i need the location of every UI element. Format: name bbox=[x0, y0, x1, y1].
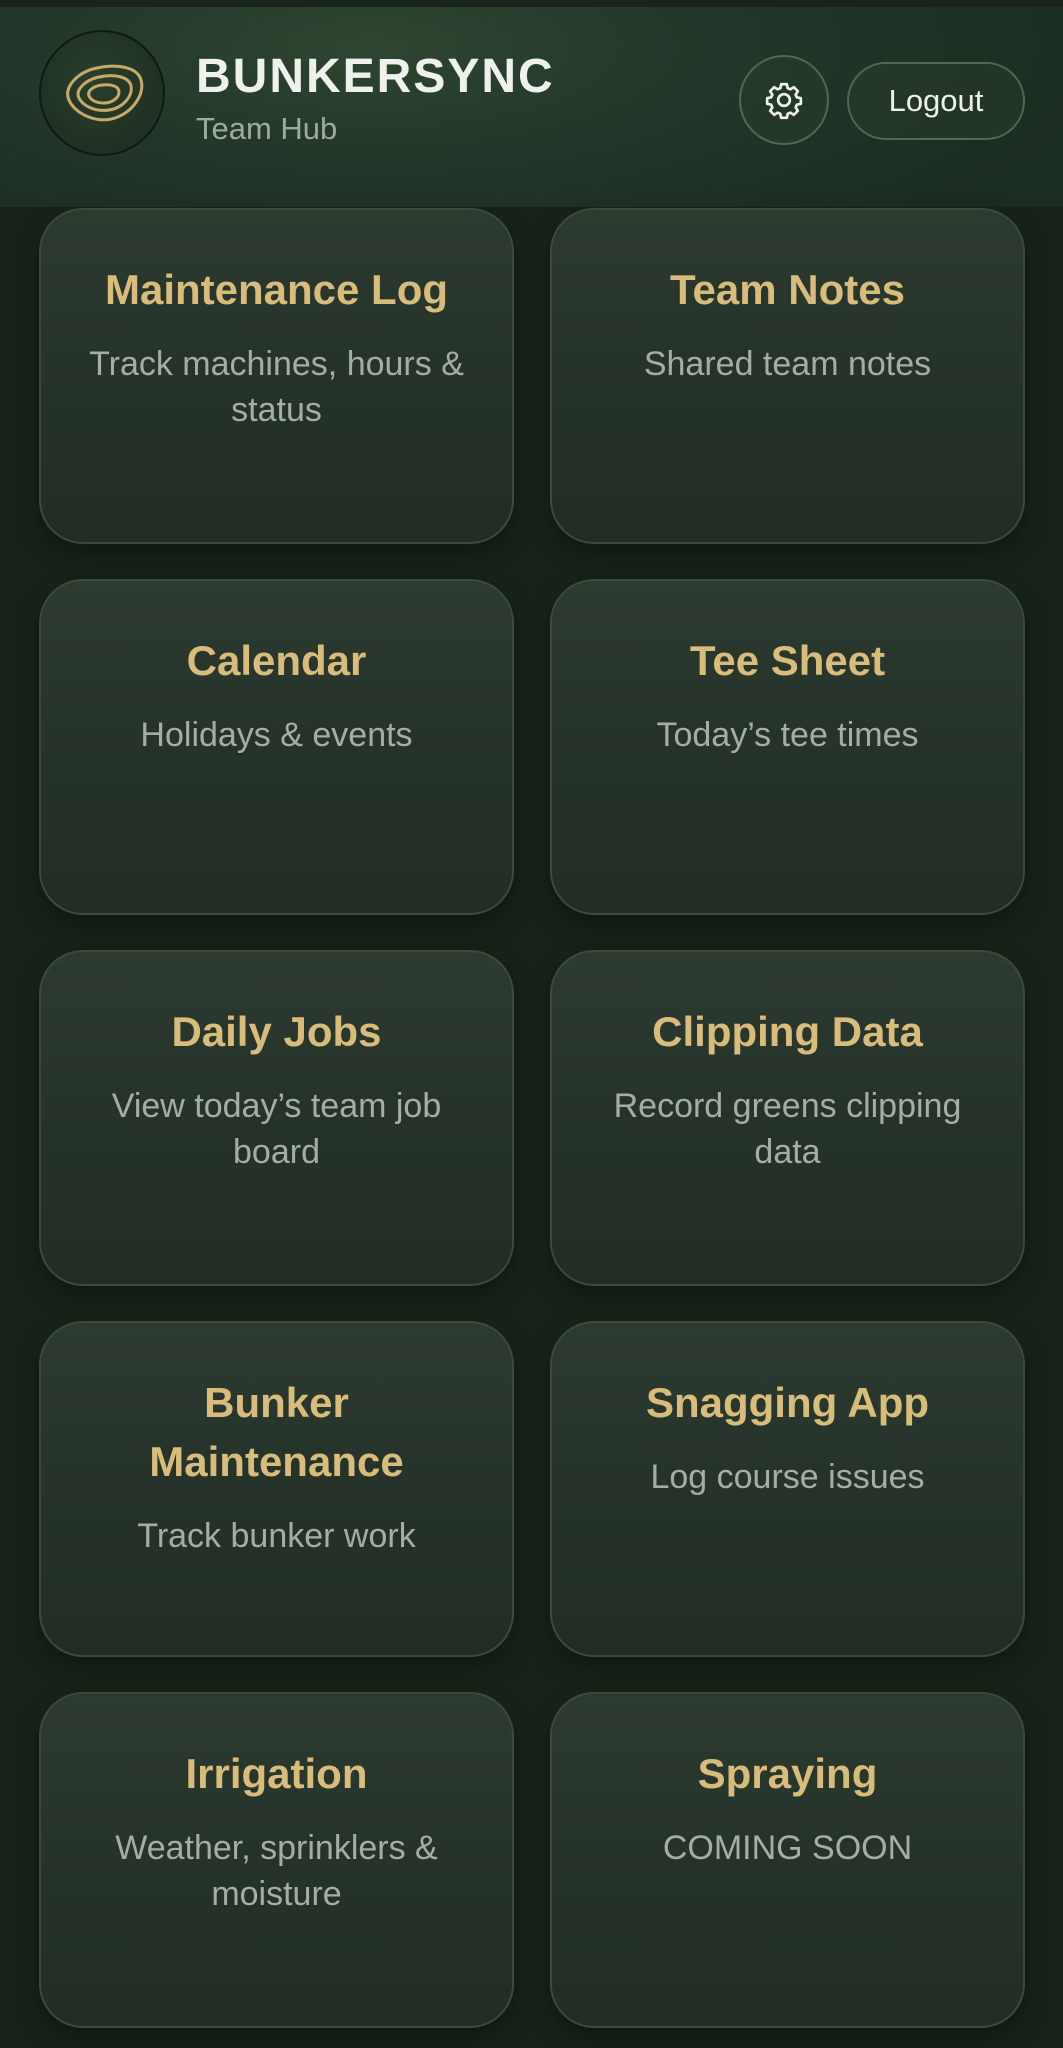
card-title: Irrigation bbox=[185, 1750, 368, 1797]
maintenance-log-card[interactable]: Maintenance Log Track machines, hours & … bbox=[39, 208, 514, 544]
card-title: Spraying bbox=[697, 1750, 878, 1797]
card-title: Clipping Data bbox=[652, 1008, 923, 1055]
daily-jobs-card[interactable]: Daily Jobs View today’s team job board bbox=[39, 950, 514, 1286]
spraying-card[interactable]: Spraying COMING SOON bbox=[550, 1692, 1025, 2028]
team-notes-card[interactable]: Team Notes Shared team notes bbox=[550, 208, 1025, 544]
gear-icon bbox=[765, 82, 803, 120]
card-description: COMING SOON bbox=[662, 1829, 913, 1867]
snagging-app-card[interactable]: Snagging App Log course issues bbox=[550, 1321, 1025, 1657]
app-title: BUNKERSYNC bbox=[196, 50, 555, 103]
card-description: Track bunker work bbox=[137, 1517, 416, 1555]
card-description: Track machines, hours & status bbox=[89, 345, 464, 429]
irrigation-card[interactable]: Irrigation Weather, sprinklers & moistur… bbox=[39, 1692, 514, 2028]
top-edge bbox=[0, 0, 1063, 7]
card-description: Record greens clipping data bbox=[613, 1087, 962, 1171]
card-description: Today’s tee times bbox=[656, 716, 919, 754]
card-description: Holidays & events bbox=[140, 716, 413, 754]
card-description: Weather, sprinklers & moisture bbox=[115, 1829, 438, 1913]
card-title: Snagging App bbox=[645, 1379, 930, 1426]
settings-button[interactable] bbox=[739, 55, 829, 145]
card-title: Maintenance Log bbox=[104, 266, 449, 313]
app-subtitle: Team Hub bbox=[196, 111, 338, 146]
logout-button[interactable]: Logout bbox=[847, 62, 1025, 140]
app-tile-grid: Maintenance Log Track machines, hours & … bbox=[39, 208, 1025, 2028]
card-description: Shared team notes bbox=[643, 345, 932, 383]
card-title: Tee Sheet bbox=[689, 637, 886, 684]
card-description: Log course issues bbox=[650, 1458, 925, 1496]
bunker-contour-icon bbox=[66, 64, 144, 122]
calendar-card[interactable]: Calendar Holidays & events bbox=[39, 579, 514, 915]
app-header: BUNKERSYNC Team Hub Logout bbox=[0, 7, 1063, 207]
card-description: View today’s team job board bbox=[111, 1087, 442, 1171]
clipping-data-card[interactable]: Clipping Data Record greens clipping dat… bbox=[550, 950, 1025, 1286]
card-title: Bunker Maintenance bbox=[149, 1379, 404, 1485]
card-title: Calendar bbox=[186, 637, 367, 684]
bunker-maintenance-card[interactable]: Bunker Maintenance Track bunker work bbox=[39, 1321, 514, 1657]
card-title: Daily Jobs bbox=[171, 1008, 382, 1055]
card-title: Team Notes bbox=[670, 266, 905, 313]
tee-sheet-card[interactable]: Tee Sheet Today’s tee times bbox=[550, 579, 1025, 915]
app-logo bbox=[39, 30, 165, 156]
